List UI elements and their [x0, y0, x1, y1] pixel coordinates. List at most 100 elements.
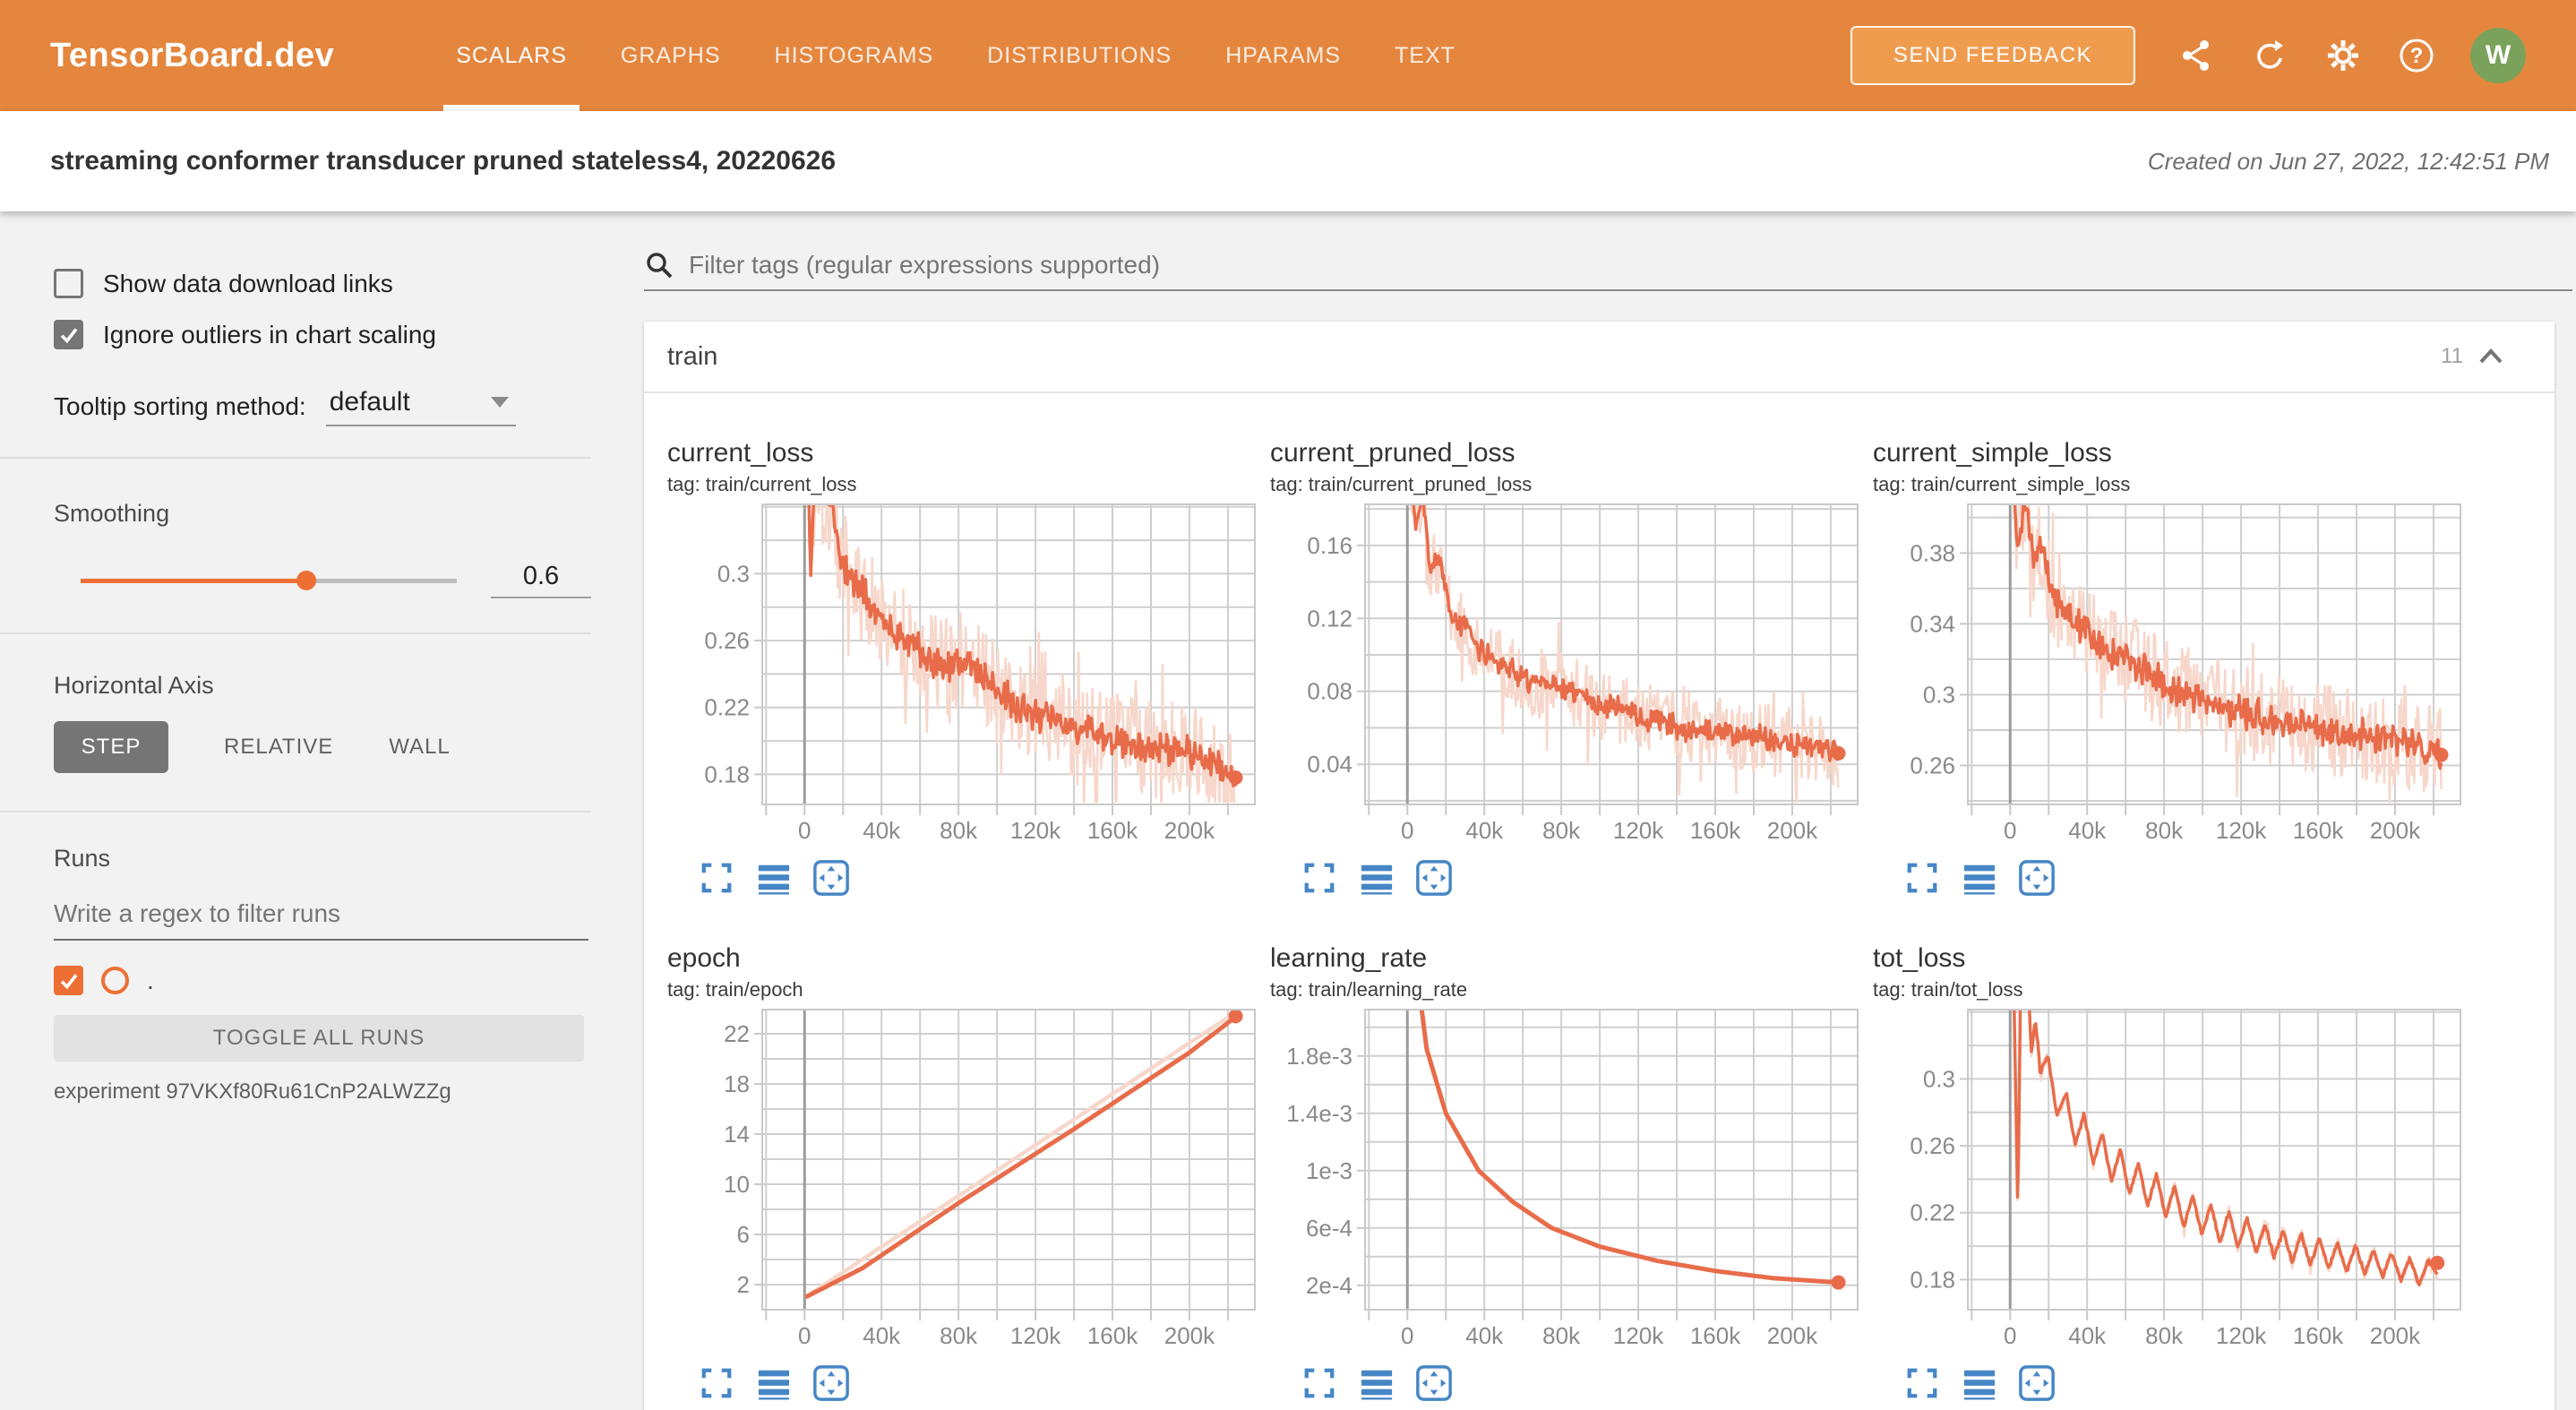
dropdown-caret-icon — [491, 397, 509, 408]
svg-text:0.3: 0.3 — [717, 560, 750, 587]
nav-tabs: SCALARS GRAPHS HISTOGRAMS DISTRIBUTIONS … — [429, 0, 1482, 111]
chart-title: current_pruned_loss — [1270, 438, 1873, 469]
svg-text:22: 22 — [724, 1020, 750, 1047]
svg-text:200k: 200k — [1164, 1322, 1215, 1349]
data-lines-icon[interactable] — [755, 859, 793, 897]
avatar[interactable]: W — [2470, 28, 2526, 83]
tab-text[interactable]: TEXT — [1382, 0, 1468, 111]
tab-hparams[interactable]: HPARAMS — [1213, 0, 1353, 111]
experiment-id: experiment 97VKXf80Ru61CnP2ALWZZg — [54, 1079, 591, 1105]
svg-text:40k: 40k — [2068, 817, 2107, 844]
charts-grid: current_loss tag: train/current_loss 040… — [644, 393, 2555, 1410]
svg-text:80k: 80k — [1542, 1322, 1581, 1349]
fit-domain-icon[interactable] — [1415, 859, 1453, 897]
expand-chart-icon[interactable] — [1903, 1364, 1941, 1402]
settings-sidebar: Show data download links Ignore outliers… — [0, 211, 591, 1410]
svg-text:1.8e-3: 1.8e-3 — [1286, 1043, 1352, 1070]
filter-tags-input[interactable]: Filter tags (regular expressions support… — [644, 241, 2572, 291]
app-logo[interactable]: TensorBoard.dev — [50, 37, 334, 75]
chart-tag: tag: train/current_simple_loss — [1873, 473, 2476, 496]
chart-title: tot_loss — [1873, 943, 2476, 974]
data-lines-icon[interactable] — [1358, 859, 1395, 897]
chart-title: current_simple_loss — [1873, 438, 2476, 469]
search-icon — [644, 250, 674, 280]
fit-domain-icon[interactable] — [1415, 1364, 1453, 1402]
expand-chart-icon[interactable] — [698, 1364, 735, 1402]
svg-text:200k: 200k — [1164, 817, 1215, 844]
ignore-outliers-checkbox[interactable] — [54, 320, 83, 349]
tab-scalars[interactable]: SCALARS — [443, 0, 580, 111]
tab-graphs[interactable]: GRAPHS — [608, 0, 734, 111]
svg-text:0.04: 0.04 — [1307, 751, 1352, 778]
svg-text:120k: 120k — [1613, 1322, 1664, 1349]
data-lines-icon[interactable] — [1961, 1364, 1998, 1402]
data-lines-icon[interactable] — [1961, 859, 1998, 897]
gear-icon[interactable] — [2323, 36, 2363, 75]
chart-plot[interactable]: 040k80k120k160k200k0.30.260.220.18 — [667, 503, 1270, 855]
tooltip-sorting-label: Tooltip sorting method: — [54, 392, 306, 421]
chart-plot[interactable]: 040k80k120k160k200k0.30.260.220.18 — [1873, 1009, 2476, 1361]
group-name: train — [667, 342, 717, 372]
chart-plot[interactable]: 040k80k120k160k200k0.160.120.080.04 — [1270, 503, 1873, 855]
svg-text:0.3: 0.3 — [1923, 681, 1955, 708]
smoothing-value-field[interactable]: 0.6 — [491, 562, 591, 598]
chart-toolbar — [1270, 1364, 1873, 1402]
svg-text:0.16: 0.16 — [1307, 532, 1352, 559]
svg-text:0.22: 0.22 — [704, 694, 750, 721]
svg-text:160k: 160k — [1690, 817, 1741, 844]
svg-text:14: 14 — [724, 1121, 750, 1148]
help-icon[interactable]: ? — [2397, 36, 2436, 75]
chart-title: learning_rate — [1270, 943, 1873, 974]
refresh-icon[interactable] — [2250, 36, 2289, 75]
haxis-step-button[interactable]: STEP — [54, 721, 168, 773]
created-timestamp: Created on Jun 27, 2022, 12:42:51 PM — [2148, 148, 2549, 176]
svg-text:40k: 40k — [1465, 817, 1504, 844]
svg-text:10: 10 — [724, 1171, 750, 1198]
expand-chart-icon[interactable] — [698, 859, 735, 897]
svg-text:0: 0 — [2004, 817, 2016, 844]
svg-text:160k: 160k — [2293, 817, 2344, 844]
collapse-group-control[interactable]: 11 — [2441, 344, 2504, 369]
data-lines-icon[interactable] — [1358, 1364, 1395, 1402]
run-checkbox[interactable] — [54, 966, 83, 995]
svg-text:?: ? — [2410, 44, 2424, 68]
fit-domain-icon[interactable] — [2018, 859, 2056, 897]
tooltip-sorting-select[interactable]: default — [326, 387, 516, 426]
svg-text:160k: 160k — [1690, 1322, 1741, 1349]
svg-text:200k: 200k — [1767, 1322, 1818, 1349]
train-card-header[interactable]: train 11 — [644, 322, 2555, 393]
svg-text:0: 0 — [798, 817, 811, 844]
smoothing-slider[interactable] — [81, 570, 457, 591]
scalar-chart: current_simple_loss tag: train/current_s… — [1873, 438, 2476, 886]
send-feedback-button[interactable]: SEND FEEDBACK — [1850, 26, 2135, 85]
chart-plot[interactable]: 040k80k120k160k200k2610141822 — [667, 1009, 1270, 1361]
chart-plot[interactable]: 040k80k120k160k200k1.8e-31.4e-31e-36e-42… — [1270, 1009, 1873, 1361]
show-download-links-checkbox[interactable] — [54, 269, 83, 298]
fit-domain-icon[interactable] — [2018, 1364, 2056, 1402]
tab-distributions[interactable]: DISTRIBUTIONS — [975, 0, 1184, 111]
train-card: train 11 current_loss tag: train/current… — [644, 322, 2555, 1410]
chart-tag: tag: train/epoch — [667, 978, 1270, 1002]
svg-text:120k: 120k — [1010, 817, 1061, 844]
haxis-relative-button[interactable]: RELATIVE — [224, 735, 333, 760]
expand-chart-icon[interactable] — [1301, 859, 1338, 897]
svg-text:40k: 40k — [863, 817, 901, 844]
toggle-all-runs-button[interactable]: TOGGLE ALL RUNS — [54, 1015, 584, 1062]
expand-chart-icon[interactable] — [1301, 1364, 1338, 1402]
haxis-wall-button[interactable]: WALL — [389, 735, 450, 760]
share-icon[interactable] — [2177, 36, 2216, 75]
expand-chart-icon[interactable] — [1903, 859, 1941, 897]
chart-toolbar — [667, 859, 1270, 897]
chart-plot[interactable]: 040k80k120k160k200k0.380.340.30.26 — [1873, 503, 2476, 855]
svg-text:0.26: 0.26 — [1910, 752, 1955, 779]
fit-domain-icon[interactable] — [812, 859, 850, 897]
svg-text:200k: 200k — [2370, 1322, 2421, 1349]
runs-filter-input[interactable]: Write a regex to filter runs — [54, 899, 588, 941]
data-lines-icon[interactable] — [755, 1364, 793, 1402]
slider-thumb[interactable] — [296, 571, 316, 590]
chart-toolbar — [1270, 859, 1873, 897]
run-color-swatch[interactable] — [101, 967, 129, 994]
fit-domain-icon[interactable] — [812, 1364, 850, 1402]
tab-histograms[interactable]: HISTOGRAMS — [762, 0, 947, 111]
sidebar-divider — [0, 811, 591, 812]
